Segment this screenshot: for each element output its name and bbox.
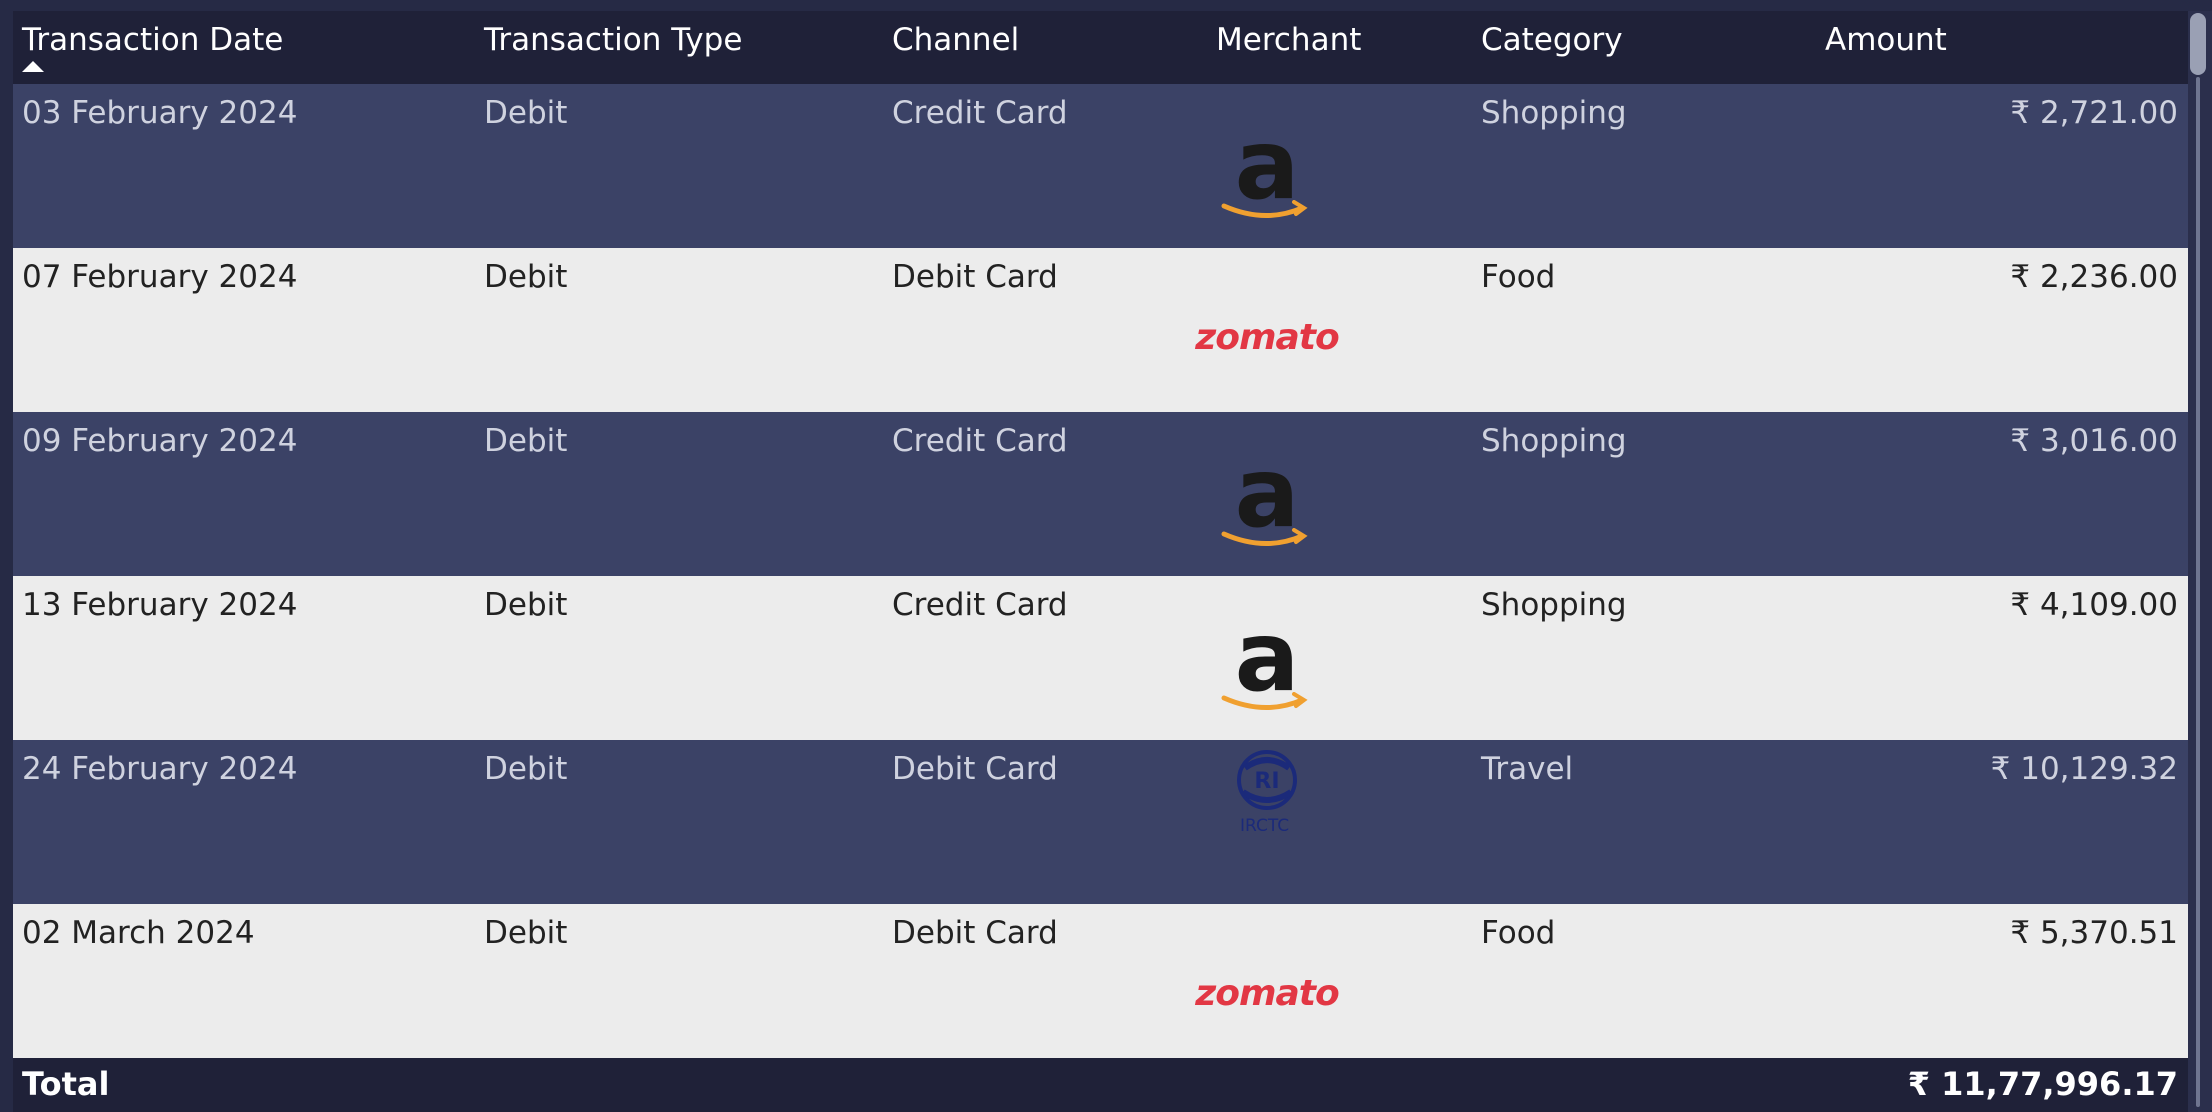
column-header-category[interactable]: Category bbox=[1481, 20, 1623, 60]
cell-amount: ₹ 2,236.00 bbox=[2010, 259, 2178, 295]
scrollbar-thumb[interactable] bbox=[2190, 13, 2206, 75]
cell-channel: Debit Card bbox=[892, 259, 1058, 295]
cell-date: 24 February 2024 bbox=[22, 751, 298, 787]
cell-amount: ₹ 10,129.32 bbox=[1990, 751, 2178, 787]
scrollbar-track[interactable] bbox=[2196, 77, 2200, 1107]
table-row[interactable]: 09 February 2024 Debit Credit Card a Sho… bbox=[13, 412, 2188, 576]
cell-amount: ₹ 2,721.00 bbox=[2010, 95, 2178, 131]
cell-channel: Credit Card bbox=[892, 95, 1068, 131]
sort-ascending-icon[interactable] bbox=[22, 61, 44, 72]
amazon-logo: a bbox=[1192, 445, 1342, 556]
cell-date: 09 February 2024 bbox=[22, 423, 298, 459]
table-visual: Transaction Date Transaction Type Channe… bbox=[0, 0, 2212, 1112]
cell-category: Travel bbox=[1481, 751, 1574, 787]
column-header-transaction-type[interactable]: Transaction Type bbox=[484, 20, 742, 60]
column-header-amount[interactable]: Amount bbox=[1825, 20, 1947, 60]
cell-amount: ₹ 3,016.00 bbox=[2010, 423, 2178, 459]
cell-category: Shopping bbox=[1481, 423, 1627, 459]
column-header-transaction-date[interactable]: Transaction Date bbox=[22, 20, 283, 60]
total-label: Total bbox=[22, 1065, 110, 1103]
cell-type: Debit bbox=[484, 751, 568, 787]
cell-type: Debit bbox=[484, 587, 568, 623]
cell-type: Debit bbox=[484, 423, 568, 459]
column-header-channel[interactable]: Channel bbox=[892, 20, 1019, 60]
vertical-scrollbar[interactable] bbox=[2188, 11, 2212, 1112]
cell-date: 03 February 2024 bbox=[22, 95, 298, 131]
amazon-logo: a bbox=[1192, 609, 1342, 720]
irctc-logo: RI IRCTC bbox=[1192, 744, 1342, 854]
cell-category: Shopping bbox=[1481, 95, 1627, 131]
cell-channel: Credit Card bbox=[892, 423, 1068, 459]
column-header-merchant[interactable]: Merchant bbox=[1216, 20, 1361, 60]
cell-date: 13 February 2024 bbox=[22, 587, 298, 623]
table-row[interactable]: 13 February 2024 Debit Credit Card a Sho… bbox=[13, 576, 2188, 740]
svg-text:RI: RI bbox=[1254, 769, 1279, 794]
cell-category: Food bbox=[1481, 259, 1556, 295]
cell-date: 07 February 2024 bbox=[22, 259, 298, 295]
zomato-logo: zomato bbox=[1192, 938, 1342, 1048]
zomato-logo: zomato bbox=[1192, 282, 1342, 392]
cell-type: Debit bbox=[484, 259, 568, 295]
table-row[interactable]: 02 March 2024 Debit Debit Card zomato Fo… bbox=[13, 904, 2188, 1068]
cell-amount: ₹ 5,370.51 bbox=[2010, 915, 2178, 951]
table-header: Transaction Date Transaction Type Channe… bbox=[13, 11, 2188, 84]
transactions-table: Transaction Date Transaction Type Channe… bbox=[13, 11, 2188, 1112]
total-row: Total ₹ 11,77,996.17 bbox=[13, 1058, 2188, 1112]
zomato-logo-text: zomato bbox=[1195, 972, 1339, 1014]
table-row[interactable]: 07 February 2024 Debit Debit Card zomato… bbox=[13, 248, 2188, 412]
cell-channel: Debit Card bbox=[892, 915, 1058, 951]
cell-channel: Credit Card bbox=[892, 587, 1068, 623]
cell-channel: Debit Card bbox=[892, 751, 1058, 787]
amazon-logo: a bbox=[1192, 117, 1342, 228]
table-row[interactable]: 03 February 2024 Debit Credit Card a Sho… bbox=[13, 84, 2188, 248]
irctc-logo-text: IRCTC bbox=[1240, 816, 1290, 836]
zomato-logo-text: zomato bbox=[1195, 316, 1339, 358]
cell-category: Shopping bbox=[1481, 587, 1627, 623]
table-row[interactable]: 24 February 2024 Debit Debit Card RI IRC… bbox=[13, 740, 2188, 904]
total-amount: ₹ 11,77,996.17 bbox=[1907, 1065, 2178, 1103]
cell-category: Food bbox=[1481, 915, 1556, 951]
cell-date: 02 March 2024 bbox=[22, 915, 255, 951]
cell-type: Debit bbox=[484, 95, 568, 131]
cell-amount: ₹ 4,109.00 bbox=[2010, 587, 2178, 623]
cell-type: Debit bbox=[484, 915, 568, 951]
